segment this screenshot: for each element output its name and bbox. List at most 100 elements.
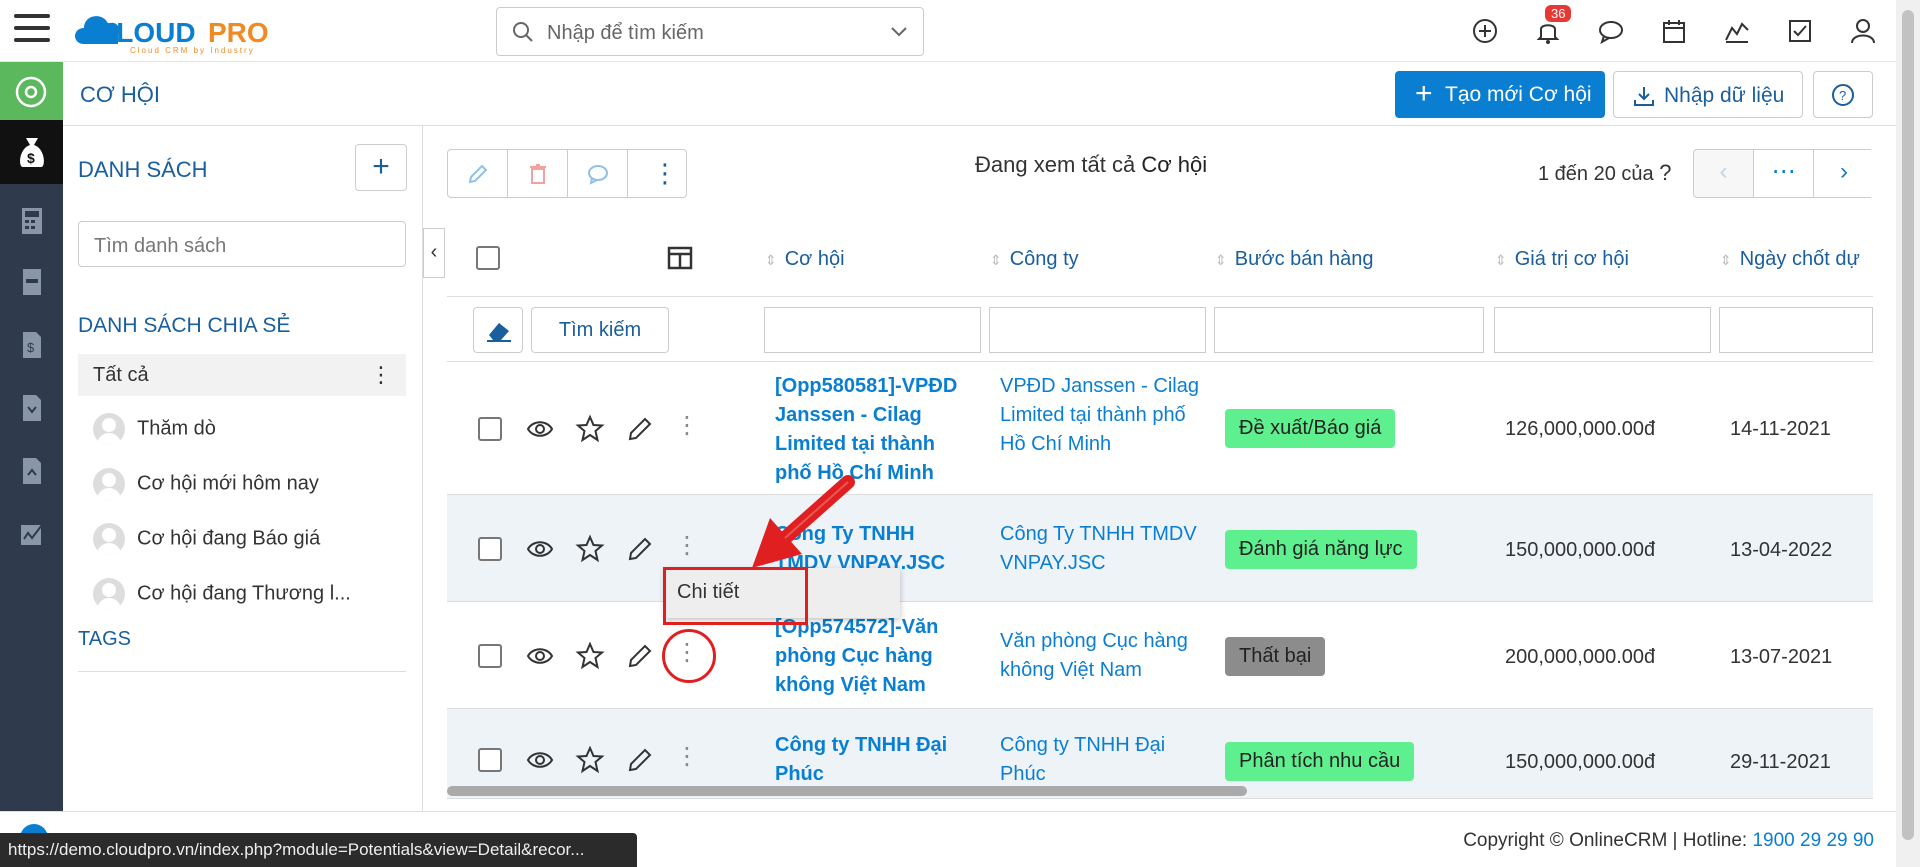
column-layout-icon[interactable] — [667, 246, 693, 270]
pencil-icon[interactable] — [625, 534, 655, 564]
next-page-button[interactable]: › — [1814, 150, 1874, 197]
task-checkbox-icon[interactable] — [1785, 16, 1815, 46]
cloudpro-logo[interactable]: CLOUD PRO Cloud CRM by Industry — [70, 4, 300, 56]
list-item-label: Cơ hội mới hôm nay — [137, 472, 319, 495]
user-profile-icon[interactable] — [1848, 16, 1878, 46]
rail-home[interactable] — [0, 62, 63, 120]
eye-icon[interactable] — [525, 414, 555, 444]
eye-icon[interactable] — [525, 641, 555, 671]
table-row[interactable]: ⋮ Công Ty TNHH TMDV VNPAY.JSC Công Ty TN… — [447, 495, 1873, 602]
copyright-text: Copyright © OnlineCRM | Hotline: 1900 29… — [1463, 830, 1874, 851]
calendar-icon[interactable] — [1659, 16, 1689, 46]
calculator-icon[interactable] — [18, 206, 46, 236]
svg-text:?: ? — [1839, 88, 1846, 103]
import-file-icon[interactable] — [18, 393, 46, 423]
svg-text:$: $ — [27, 340, 35, 355]
column-header-sales-stage[interactable]: ⇕ Bước bán hàng — [1215, 248, 1374, 271]
report-chart-icon[interactable] — [1722, 16, 1752, 46]
viewing-caption: Đang xem tất cả Cơ hội — [975, 152, 1207, 178]
star-icon[interactable] — [575, 414, 605, 444]
page-total-unknown[interactable]: ? — [1659, 160, 1671, 185]
more-actions-button[interactable]: ⋮ — [628, 150, 688, 197]
collapse-sidebar-button[interactable]: ‹ — [423, 228, 445, 278]
pencil-icon[interactable] — [625, 641, 655, 671]
filter-input-sales-stage[interactable] — [1214, 307, 1484, 353]
column-header-close-date[interactable]: ⇕ Ngày chốt dự — [1720, 248, 1860, 271]
sort-icon: ⇕ — [990, 252, 1002, 268]
column-header-company[interactable]: ⇕ Công ty — [990, 248, 1079, 271]
viewing-prefix: Đang xem tất cả — [975, 152, 1136, 177]
hamburger-menu-icon[interactable] — [14, 14, 50, 46]
search-filter-button[interactable]: Tìm kiếm — [531, 307, 669, 353]
help-button[interactable]: ? — [1813, 71, 1873, 118]
company-link[interactable]: Công Ty TNHH TMDV VNPAY.JSC — [1000, 520, 1200, 578]
svg-text:$: $ — [27, 150, 35, 166]
pencil-icon[interactable] — [625, 414, 655, 444]
scrollbar-thumb[interactable] — [1902, 10, 1914, 840]
prev-page-button[interactable]: ‹ — [1694, 150, 1754, 197]
table-row[interactable]: ⋮ [Opp574572]-Văn phòng Cục hàng không V… — [447, 602, 1873, 709]
table-row[interactable]: ⋮ [Opp580581]-VPĐD Janssen - Cilag Limit… — [447, 362, 1873, 495]
opportunity-value: 150,000,000.00đ — [1505, 751, 1656, 773]
create-opportunity-button[interactable]: + Tạo mới Cơ hội — [1395, 71, 1605, 118]
filter-input-company[interactable] — [989, 307, 1206, 353]
link-preview-statusbar: https://demo.cloudpro.vn/index.php?modul… — [0, 833, 637, 867]
column-header-opportunity[interactable]: ⇕ Cơ hội — [765, 248, 845, 271]
global-search-input[interactable]: Nhập để tìm kiếm — [496, 7, 924, 56]
company-link[interactable]: Văn phòng Cục hàng không Việt Nam — [1000, 627, 1200, 685]
row-checkbox[interactable] — [478, 644, 502, 668]
star-icon[interactable] — [575, 641, 605, 671]
horizontal-scrollbar[interactable] — [447, 786, 1247, 796]
invoice-icon[interactable]: $ — [18, 330, 46, 360]
more-options-icon: ⋮ — [652, 158, 678, 188]
row-checkbox[interactable] — [478, 748, 502, 772]
add-circle-icon[interactable] — [1470, 16, 1500, 46]
help-icon: ? — [1832, 84, 1854, 106]
comment-button[interactable] — [568, 150, 628, 197]
notification-badge: 36 — [1545, 5, 1572, 22]
opportunity-link[interactable]: [Opp574572]-Văn phòng Cục hàng không Việ… — [775, 613, 965, 700]
pencil-icon[interactable] — [625, 745, 655, 775]
edit-button[interactable] — [448, 150, 508, 197]
clear-filter-button[interactable] — [473, 307, 523, 353]
list-item-all[interactable]: Tất cả ⋮ — [78, 354, 406, 396]
search-icon — [513, 22, 533, 42]
import-data-button[interactable]: Nhập dữ liệu — [1613, 71, 1803, 118]
row-more-options-icon[interactable]: ⋮ — [675, 742, 705, 772]
filter-input-opportunity[interactable] — [764, 307, 981, 353]
star-icon[interactable] — [575, 745, 605, 775]
row-more-options-icon[interactable]: ⋮ — [675, 531, 705, 561]
chevron-down-icon[interactable] — [889, 24, 909, 40]
list-item[interactable]: Cơ hội đang Thương l... — [93, 578, 351, 610]
avatar — [93, 578, 125, 610]
eye-icon[interactable] — [525, 534, 555, 564]
row-more-options-icon[interactable]: ⋮ — [675, 411, 705, 441]
row-checkbox[interactable] — [478, 537, 502, 561]
delete-button[interactable] — [508, 150, 568, 197]
vertical-scrollbar[interactable] — [1896, 0, 1920, 867]
company-link[interactable]: VPĐD Janssen - Cilag Limited tại thành p… — [1000, 372, 1200, 459]
column-header-value[interactable]: ⇕ Giá trị cơ hội — [1495, 248, 1629, 271]
hotline-number[interactable]: 1900 29 29 90 — [1752, 830, 1874, 851]
list-item-all-label: Tất cả — [93, 364, 149, 386]
list-item[interactable]: Thăm dò — [93, 413, 216, 445]
export-file-icon[interactable] — [18, 456, 46, 486]
opportunity-link[interactable]: Công ty TNHH Đại Phúc — [775, 731, 965, 789]
row-checkbox[interactable] — [478, 417, 502, 441]
company-link[interactable]: Công ty TNHH Đại Phúc — [1000, 731, 1200, 789]
list-item[interactable]: Cơ hội đang Báo giá — [93, 523, 320, 555]
rail-opportunities[interactable]: $ — [0, 120, 63, 184]
filter-input-close-date[interactable] — [1719, 307, 1873, 353]
signature-icon[interactable] — [18, 519, 46, 549]
more-options-icon[interactable]: ⋮ — [370, 362, 392, 388]
page-more-button[interactable]: ⋯ — [1754, 150, 1814, 197]
list-search-input[interactable]: Tìm danh sách — [78, 221, 406, 267]
chat-icon[interactable] — [1596, 16, 1626, 46]
select-all-checkbox[interactable] — [476, 246, 500, 270]
document-icon[interactable] — [18, 267, 46, 297]
eye-icon[interactable] — [525, 745, 555, 775]
list-item[interactable]: Cơ hội mới hôm nay — [93, 468, 319, 500]
add-list-button[interactable]: + — [355, 144, 407, 191]
filter-input-value[interactable] — [1494, 307, 1711, 353]
star-icon[interactable] — [575, 534, 605, 564]
